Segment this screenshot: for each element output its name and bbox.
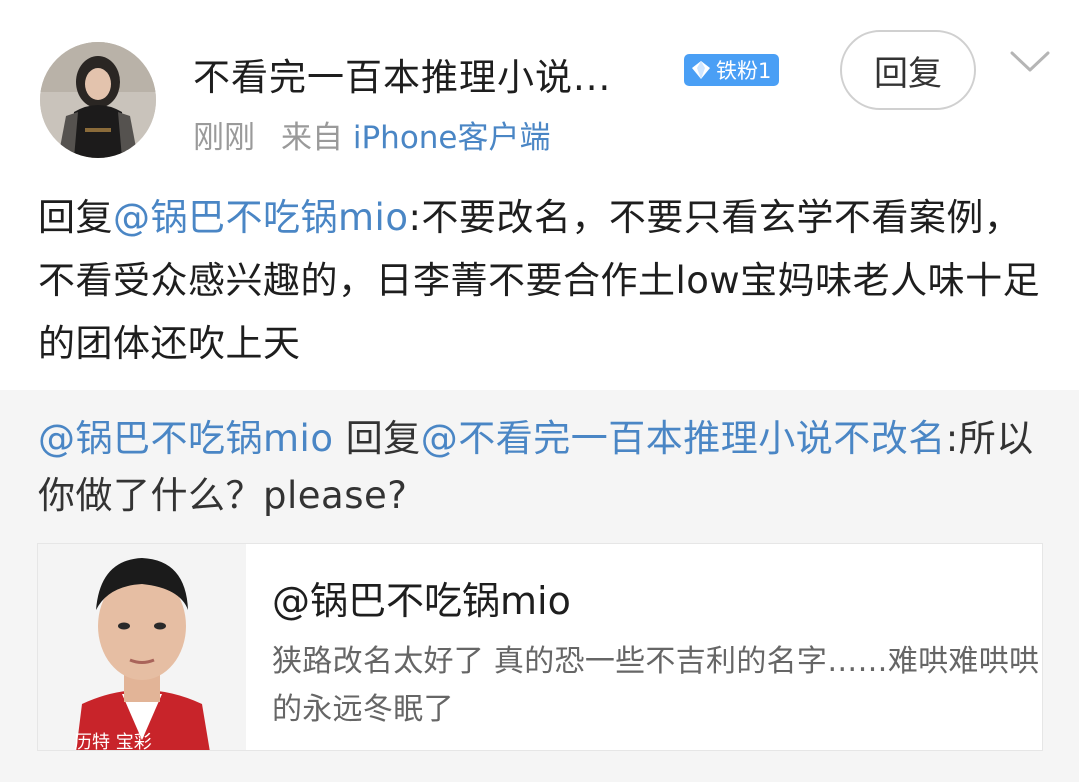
source-prefix: 来自 [281,120,343,156]
thumbnail-caption: 历特 宝彩 [74,732,152,751]
comment-text: 回复@锅巴不吃锅mio:不要改名，不要只看玄学不看案例，不看受众感兴趣的，日李菁… [38,186,1048,375]
chevron-down-icon[interactable] [1008,48,1052,76]
reply-word: 回复 [38,196,113,239]
quoted-text: @锅巴不吃锅mio 回复@不看完一百本推理小说不改名:所以你做了什么？pleas… [38,410,1048,524]
avatar-image [40,42,156,158]
quoted-comment[interactable]: @锅巴不吃锅mio 回复@不看完一百本推理小说不改名:所以你做了什么？pleas… [0,390,1079,782]
card-thumbnail: 历特 宝彩 [38,544,246,751]
quoted-reply-word: 回复 [333,417,421,460]
fan-badge[interactable]: 铁粉1 [684,54,780,86]
fan-badge-label: 铁粉1 [716,59,772,83]
linked-post-card[interactable]: 历特 宝彩 @锅巴不吃锅mio 狭路改名太好了 真的恐一些不吉利的名字……难哄难… [37,543,1043,751]
reply-button[interactable]: 回复 [840,30,976,110]
timestamp: 刚刚 [193,120,255,156]
quoted-author-mention[interactable]: @锅巴不吃锅mio [38,417,333,460]
card-title[interactable]: @锅巴不吃锅mio [272,570,571,625]
card-description: 狭路改名太好了 真的恐一些不吉利的名字……难哄难哄哄的永远冬眠了 [272,644,1040,727]
source-client[interactable]: iPhone客户端 [353,120,551,156]
diamond-icon [692,61,710,79]
card-thumbnail-image: 历特 宝彩 [38,544,246,751]
mention-link[interactable]: @锅巴不吃锅mio [113,196,408,239]
quoted-target-mention[interactable]: @不看完一百本推理小说不改名 [421,417,946,460]
avatar[interactable] [40,42,156,158]
comment-meta: 刚刚 来自 iPhone客户端 [193,112,551,157]
username[interactable]: 不看完一百本推理小说... [193,47,611,101]
